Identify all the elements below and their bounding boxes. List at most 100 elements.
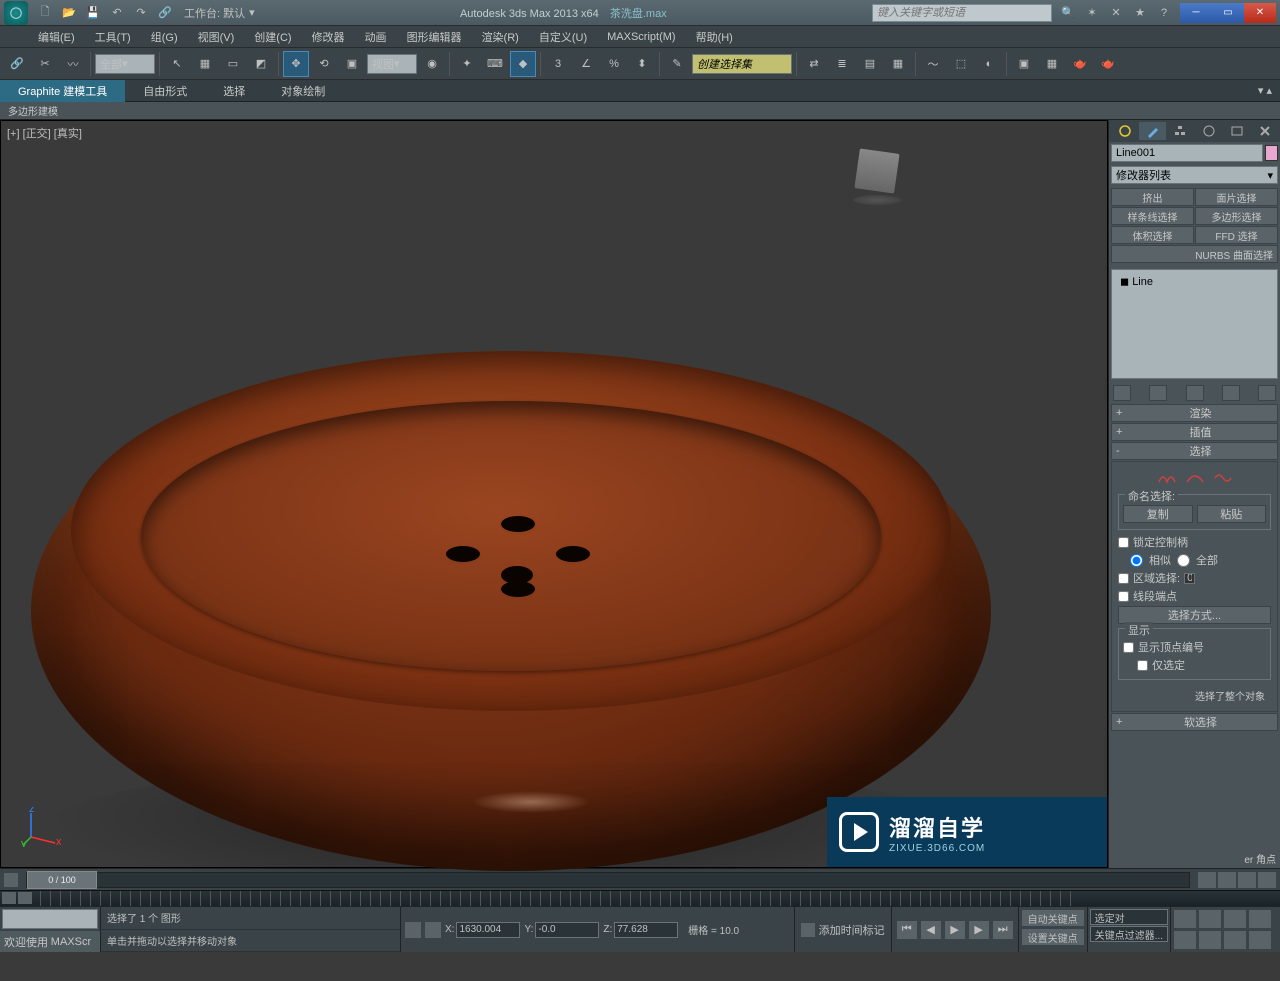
cmd-tab-motion[interactable] [1195, 122, 1222, 140]
workspace-selector[interactable]: 工作台: 默认 ▾ [184, 5, 255, 21]
search-input[interactable] [872, 4, 1052, 22]
play-icon[interactable]: ▶ [944, 920, 966, 940]
menu-edit[interactable]: 编辑(E) [28, 26, 85, 48]
mod-btn-extrude[interactable]: 挤出 [1111, 188, 1194, 206]
copy-button[interactable]: 复制 [1123, 505, 1193, 523]
angle-snap-icon[interactable]: ∠ [573, 51, 599, 77]
open-icon[interactable]: 📂 [58, 3, 80, 23]
timeline-nav-icon[interactable] [1238, 872, 1256, 888]
show-vert-num-checkbox[interactable] [1123, 642, 1134, 653]
search-icon[interactable]: 🔍 [1058, 4, 1078, 22]
object-name-input[interactable] [1111, 144, 1263, 162]
undo-icon[interactable]: ↶ [106, 3, 128, 23]
zoom-all-icon[interactable] [1198, 909, 1222, 929]
spline-subobj-icon[interactable] [1213, 470, 1233, 486]
save-icon[interactable]: 💾 [82, 3, 104, 23]
snap-toggle-icon[interactable]: ◆ [510, 51, 536, 77]
align-icon[interactable]: ≣ [829, 51, 855, 77]
paste-button[interactable]: 粘贴 [1197, 505, 1267, 523]
stack-item-line[interactable]: ◼ Line [1116, 274, 1273, 289]
mod-btn-poly-select[interactable]: 多边形选择 [1195, 207, 1278, 225]
select-name-icon[interactable]: ▦ [192, 51, 218, 77]
menu-views[interactable]: 视图(V) [188, 26, 245, 48]
ribbon-tab-graphite[interactable]: Graphite 建模工具 [0, 80, 125, 102]
modifier-stack[interactable]: ◼ Line [1111, 269, 1278, 379]
unlink-tool-icon[interactable]: ✂ [32, 51, 58, 77]
goto-end-icon[interactable]: ⏭ [992, 920, 1014, 940]
scale-tool-icon[interactable]: ▣ [339, 51, 365, 77]
max-toggle-icon[interactable] [1248, 930, 1272, 950]
layer-manager-icon[interactable]: ▤ [857, 51, 883, 77]
comm-center-icon[interactable]: ✶ [1082, 4, 1102, 22]
manipulate-icon[interactable]: ✦ [454, 51, 480, 77]
key-filter-button[interactable]: 关键点过滤器... [1090, 926, 1168, 942]
pivot-center-icon[interactable]: ◉ [419, 51, 445, 77]
time-handle[interactable]: 0 / 100 [27, 871, 97, 889]
ribbon-tab-freeform[interactable]: 自由形式 [125, 80, 205, 102]
timeline-toggle-icon[interactable] [4, 873, 18, 887]
render-setup-icon[interactable]: ▣ [1011, 51, 1037, 77]
exchange-icon[interactable]: ✕ [1106, 4, 1126, 22]
ribbon-panel-label[interactable]: 多边形建模 [0, 102, 1280, 120]
setkey-button[interactable]: 设置关键点 [1021, 928, 1085, 946]
next-frame-icon[interactable]: ▶ [968, 920, 990, 940]
seg-end-checkbox[interactable] [1118, 591, 1129, 602]
track-bar[interactable] [0, 890, 1280, 906]
menu-maxscript[interactable]: MAXScript(M) [597, 28, 685, 46]
sel-only-checkbox[interactable] [1137, 660, 1148, 671]
window-crossing-icon[interactable]: ◩ [248, 51, 274, 77]
snap-3d-icon[interactable]: 3 [545, 51, 571, 77]
new-icon[interactable]: 🗋 [34, 3, 56, 23]
cmd-tab-hierarchy[interactable] [1167, 122, 1194, 140]
menu-tools[interactable]: 工具(T) [85, 26, 141, 48]
material-editor-icon[interactable]: ◐ [976, 51, 1002, 77]
area-select-spinner[interactable] [1184, 573, 1195, 584]
link-tool-icon[interactable]: 🔗 [4, 51, 30, 77]
ribbon-collapse-icon[interactable]: ▾ ▴ [1250, 84, 1280, 97]
lock-selection-icon[interactable] [405, 922, 421, 938]
curve-editor-icon[interactable]: 〜 [920, 51, 946, 77]
maximize-button[interactable]: ▭ [1212, 3, 1244, 23]
time-slider[interactable]: 0 / 100 [26, 872, 1190, 888]
vertex-subobj-icon[interactable] [1157, 470, 1177, 486]
lock-handles-checkbox[interactable] [1118, 537, 1129, 548]
all-radio[interactable] [1177, 554, 1190, 567]
select-region-rect-icon[interactable]: ▭ [220, 51, 246, 77]
configure-sets-icon[interactable] [1258, 385, 1276, 401]
timeline-nav-icon[interactable] [1198, 872, 1216, 888]
menu-rendering[interactable]: 渲染(R) [472, 26, 529, 48]
orbit-icon[interactable] [1223, 930, 1247, 950]
object-color-swatch[interactable] [1265, 145, 1278, 161]
render-iterative-icon[interactable]: 🫖 [1095, 51, 1121, 77]
track-filter-icon[interactable] [2, 892, 16, 904]
viewport-label[interactable]: [+] [正交] [真实] [7, 125, 82, 141]
link-icon[interactable]: 🔗 [154, 3, 176, 23]
show-end-result-icon[interactable] [1149, 385, 1167, 401]
favorite-icon[interactable]: ★ [1130, 4, 1150, 22]
add-time-tag-button[interactable]: 添加时间标记 [794, 907, 891, 952]
segment-subobj-icon[interactable] [1185, 470, 1205, 486]
rollout-selection[interactable]: -选择 [1111, 442, 1278, 460]
zoom-icon[interactable] [1173, 909, 1197, 929]
track-key-icon[interactable] [18, 892, 32, 904]
rendered-frame-icon[interactable]: ▦ [1039, 51, 1065, 77]
cmd-tab-utilities[interactable] [1251, 122, 1278, 140]
menu-create[interactable]: 创建(C) [244, 26, 301, 48]
timeline-nav-icon[interactable] [1218, 872, 1236, 888]
rollout-interp[interactable]: +插值 [1111, 423, 1278, 441]
percent-snap-icon[interactable]: % [601, 51, 627, 77]
redo-icon[interactable]: ↷ [130, 3, 152, 23]
rotate-tool-icon[interactable]: ⟲ [311, 51, 337, 77]
menu-graph[interactable]: 图形编辑器 [397, 26, 472, 48]
minimize-button[interactable]: ─ [1180, 3, 1212, 23]
mod-btn-vol-select[interactable]: 体积选择 [1111, 226, 1194, 244]
make-unique-icon[interactable] [1186, 385, 1204, 401]
modifier-list-combo[interactable]: 修改器列表▾ [1111, 166, 1278, 184]
spinner-snap-icon[interactable]: ⬍ [629, 51, 655, 77]
bind-space-warp-icon[interactable]: 〰 [60, 51, 86, 77]
rollout-render[interactable]: +渲染 [1111, 404, 1278, 422]
cmd-tab-modify[interactable] [1139, 122, 1166, 140]
remove-modifier-icon[interactable] [1222, 385, 1240, 401]
keyboard-shortcut-icon[interactable]: ⌨ [482, 51, 508, 77]
zoom-extents-icon[interactable] [1223, 909, 1247, 929]
